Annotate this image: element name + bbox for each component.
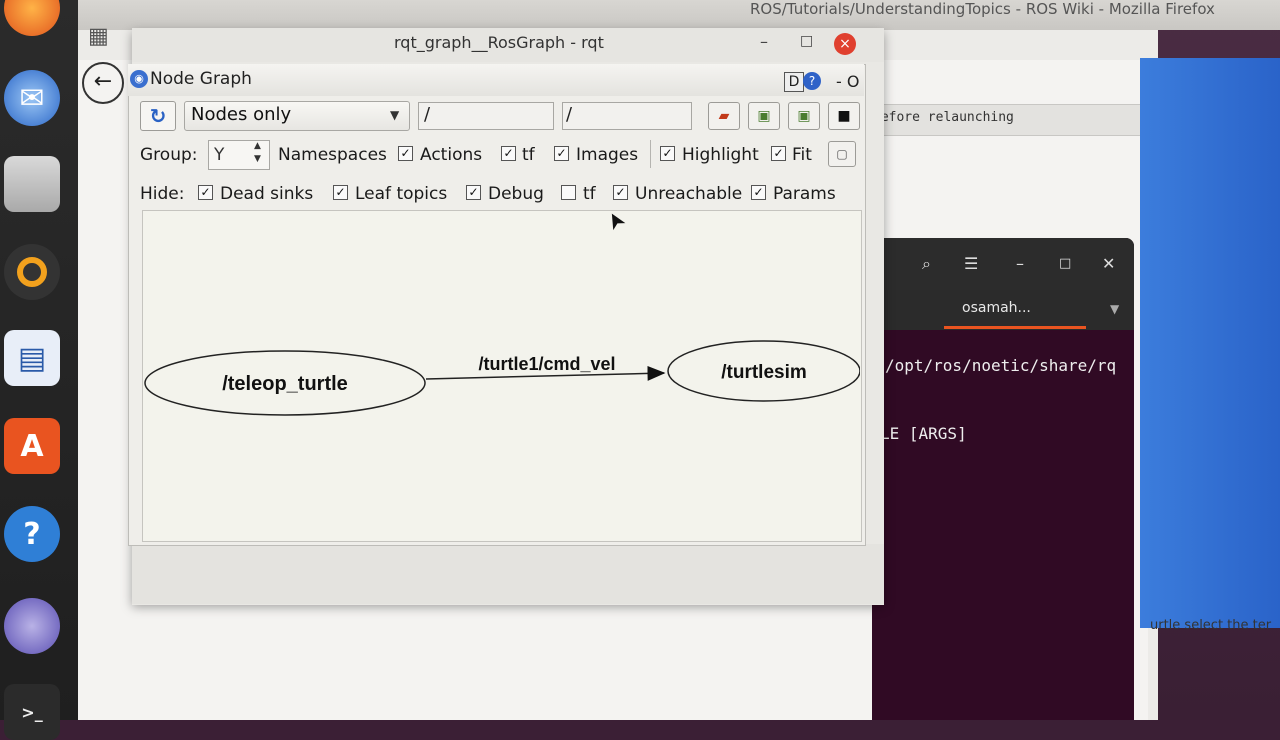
fit-in-view-button[interactable]: ▢ [828, 141, 856, 167]
refresh-button[interactable]: ↻ [140, 101, 176, 131]
toolbar-separator [650, 140, 651, 168]
graph-view[interactable]: /teleop_turtle /turtle1/cmd_vel /turtles… [142, 210, 860, 540]
spin-arrows-icon[interactable]: ▲ ▼ [254, 140, 261, 166]
save-svg-button[interactable]: ▣ [788, 102, 820, 130]
minimize-button[interactable]: – [760, 32, 768, 51]
terminal-tab[interactable]: osamah... [962, 300, 1031, 316]
rhythmbox-icon[interactable] [4, 244, 60, 300]
group-label: Group: [140, 145, 198, 165]
node-label: /turtlesim [721, 362, 807, 383]
chevron-down-icon[interactable]: ▼ [1110, 302, 1119, 316]
graph-edge[interactable]: /turtle1/cmd_vel [425, 354, 666, 381]
blue-background-panel [1140, 58, 1280, 628]
graph-node[interactable]: /teleop_turtle [144, 350, 426, 416]
terminal-headerbar [872, 238, 1134, 290]
terminal-output-line: LE [ARGS] [880, 424, 967, 443]
namespace-filter-value: / [424, 104, 431, 125]
panel-window-controls[interactable]: - O [836, 72, 859, 91]
disc-icon[interactable] [4, 598, 60, 654]
images-checkbox[interactable]: ✓ [660, 146, 675, 161]
firefox-window-title: ROS/Tutorials/UnderstandingTopics - ROS … [750, 0, 1215, 18]
checkbox-label: Images [576, 145, 639, 165]
hide-label: Hide: [140, 184, 185, 204]
close-button[interactable]: × [834, 33, 856, 55]
checkbox-label: tf [522, 145, 535, 165]
dock-toggle-button[interactable]: D [784, 72, 804, 92]
app-grid-icon[interactable]: ▦ [88, 24, 109, 49]
help-icon[interactable]: ? [4, 506, 60, 562]
checkbox-label: Params [773, 184, 836, 204]
menu-icon[interactable]: ☰ [964, 254, 978, 273]
software-center-icon[interactable]: A [4, 418, 60, 474]
save-image-icon: ▣ [757, 108, 771, 124]
unreachable-checkbox[interactable]: ✓ [613, 185, 628, 200]
highlight-checkbox[interactable]: ✓ [771, 146, 786, 161]
save-image-icon: ▣ [797, 108, 811, 124]
node-label: /teleop_turtle [222, 373, 348, 395]
namespace-filter-input[interactable] [418, 102, 554, 130]
checkbox-label: Fit [792, 145, 812, 165]
minimize-icon[interactable]: – [1016, 254, 1024, 273]
page-banner-text: before relaunching [873, 110, 1014, 125]
maximize-button[interactable]: □ [800, 33, 813, 49]
namespaces-checkbox[interactable]: ✓ [398, 146, 413, 161]
libreoffice-impress-icon[interactable]: ▤ [4, 330, 60, 386]
hide-tf-checkbox[interactable] [561, 185, 576, 200]
help-button[interactable]: ? [803, 72, 821, 90]
checkbox-label: Actions [420, 145, 483, 165]
plugin-icon: ◉ [130, 70, 148, 88]
chevron-down-icon: ▼ [390, 108, 400, 122]
checkbox-label: Leaf topics [355, 184, 448, 204]
window-title: rqt_graph__RosGraph - rqt [394, 33, 604, 52]
panel-title: Node Graph [150, 69, 252, 89]
checkbox-label: Namespaces [278, 145, 387, 165]
checkbox-label: Debug [488, 184, 544, 204]
screen-icon: ■ [837, 108, 851, 124]
search-icon[interactable]: ⌕ [922, 254, 931, 274]
debug-checkbox[interactable]: ✓ [466, 185, 481, 200]
checkbox-label: Dead sinks [220, 184, 314, 204]
group-spinbox-value: Y [214, 145, 225, 165]
maximize-icon[interactable]: □ [1059, 256, 1071, 271]
files-icon[interactable] [4, 156, 60, 212]
graph-node[interactable]: /turtlesim [667, 340, 860, 402]
dead-sinks-checkbox[interactable]: ✓ [198, 185, 213, 200]
save-dot-button[interactable]: ▣ [748, 102, 780, 130]
params-checkbox[interactable]: ✓ [751, 185, 766, 200]
refresh-icon: ↻ [149, 104, 167, 128]
graph-type-value: Nodes only [191, 104, 292, 125]
save-image-button[interactable]: ■ [828, 102, 860, 130]
edge-label: /turtle1/cmd_vel [478, 354, 615, 374]
folder-icon: ▰ [718, 108, 730, 124]
topic-filter-input[interactable] [562, 102, 692, 130]
topic-filter-value: / [566, 104, 573, 125]
terminal-icon[interactable]: >_ [4, 684, 60, 740]
tf-checkbox[interactable]: ✓ [554, 146, 569, 161]
arrow-left-icon: ← [93, 69, 113, 94]
actions-checkbox[interactable]: ✓ [501, 146, 516, 161]
thunderbird-icon[interactable]: ✉ [4, 70, 60, 126]
checkbox-label: tf [583, 184, 596, 204]
checkbox-label: Unreachable [635, 184, 743, 204]
back-button[interactable]: ← [82, 62, 124, 104]
load-dot-button[interactable]: ▰ [708, 102, 740, 130]
active-tab-indicator [944, 326, 1086, 329]
leaf-topics-checkbox[interactable]: ✓ [333, 185, 348, 200]
close-icon[interactable]: ✕ [1102, 254, 1115, 273]
fit-icon: ▢ [836, 147, 848, 161]
rqt-lower-area [132, 544, 884, 604]
terminal-output-line: /opt/ros/noetic/share/rq [885, 356, 1117, 375]
page-text-fragment: urtle select the ter [1150, 618, 1272, 633]
checkbox-label: Highlight [682, 145, 759, 165]
